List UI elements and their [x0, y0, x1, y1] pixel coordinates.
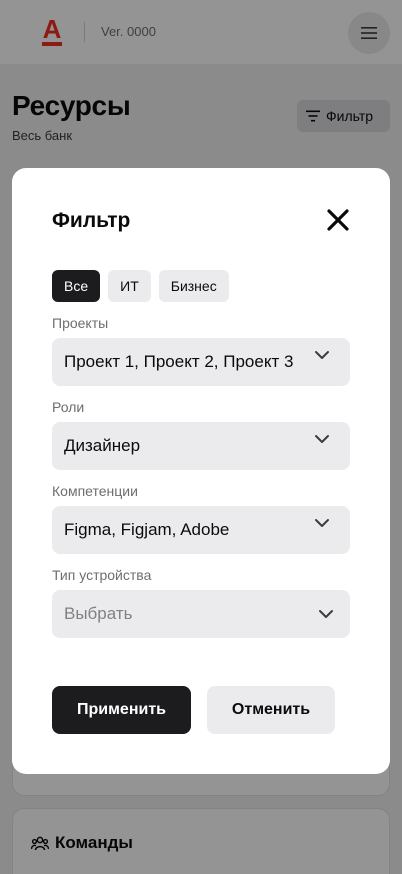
category-chips: Все ИТ Бизнес — [52, 270, 229, 302]
close-icon — [327, 209, 349, 231]
chevron-down-icon — [318, 609, 334, 619]
modal-title: Фильтр — [52, 209, 131, 232]
roles-select[interactable]: Дизайнер — [52, 422, 350, 470]
close-button[interactable] — [326, 208, 350, 232]
roles-value: Дизайнер — [64, 436, 141, 455]
projects-label: Проекты — [52, 315, 109, 331]
chip-all[interactable]: Все — [52, 270, 101, 302]
chevron-down-icon — [314, 434, 330, 444]
cancel-button[interactable]: Отменить — [207, 686, 335, 734]
competencies-label: Компетенции — [52, 483, 138, 499]
projects-value: Проект 1, Проект 2, Проект 3 — [64, 352, 294, 371]
chip-it[interactable]: ИТ — [108, 270, 151, 302]
apply-button[interactable]: Применить — [52, 686, 191, 734]
device-type-label: Тип устройства — [52, 567, 152, 583]
projects-select[interactable]: Проект 1, Проект 2, Проект 3 — [52, 338, 350, 386]
filter-modal: Фильтр Все ИТ Бизнес Проекты Проект 1, П… — [12, 168, 390, 774]
device-type-select[interactable]: Выбрать — [52, 590, 350, 638]
chip-business[interactable]: Бизнес — [158, 270, 229, 302]
competencies-value: Figma, Figjam, Adobe — [64, 520, 230, 539]
chevron-down-icon — [314, 350, 330, 360]
chevron-down-icon — [314, 518, 330, 528]
device-type-placeholder: Выбрать — [64, 604, 133, 623]
roles-label: Роли — [52, 399, 85, 415]
competencies-select[interactable]: Figma, Figjam, Adobe — [52, 506, 350, 554]
